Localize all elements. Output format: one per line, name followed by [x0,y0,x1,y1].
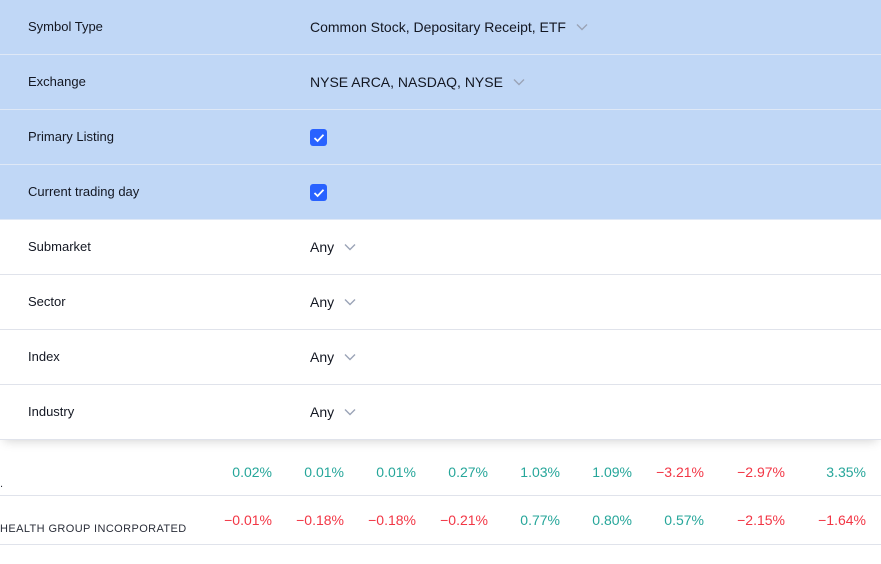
table-cell: 1.03% [520,464,560,480]
filter-row-exchange: Exchange NYSE ARCA, NASDAQ, NYSE [0,55,881,110]
table-cell: 0.01% [376,464,416,480]
filter-label: Submarket [28,239,91,254]
table-cell: −3.21% [656,464,704,480]
filter-row-index: Index Any [0,330,881,385]
chevron-down-icon [344,408,356,416]
submarket-dropdown[interactable]: Any [310,220,356,274]
table-cell: −0.21% [440,512,488,528]
table-row[interactable]: . 0.02% 0.01% 0.01% 0.27% 1.03% 1.09% −3… [0,448,881,496]
filter-value: Any [310,239,335,255]
filter-panel: Symbol Type Common Stock, Depositary Rec… [0,0,881,440]
symbol-name[interactable]: . [0,478,3,490]
symbol-type-dropdown[interactable]: Common Stock, Depositary Receipt, ETF [310,0,588,54]
checkmark-icon [313,188,324,197]
filter-value: Any [310,294,335,310]
filter-row-sector: Sector Any [0,275,881,330]
table-row[interactable]: HEALTH GROUP INCORPORATED −0.01% −0.18% … [0,496,881,545]
table-cell: 0.77% [520,512,560,528]
symbol-name[interactable]: HEALTH GROUP INCORPORATED [0,523,187,535]
table-cell: −1.64% [818,512,866,528]
filter-label: Sector [28,294,66,309]
table-cell: 3.35% [826,464,866,480]
filter-row-submarket: Submarket Any [0,220,881,275]
primary-listing-checkbox-wrap [310,110,327,164]
filter-value: Any [310,349,335,365]
chevron-down-icon [513,78,525,86]
primary-listing-checkbox[interactable] [310,129,327,146]
filter-label: Index [28,349,60,364]
filter-label: Exchange [28,74,86,89]
industry-dropdown[interactable]: Any [310,385,356,439]
filter-label: Industry [28,404,75,419]
table-cell: 0.02% [232,464,272,480]
current-trading-day-checkbox[interactable] [310,184,327,201]
exchange-dropdown[interactable]: NYSE ARCA, NASDAQ, NYSE [310,55,525,109]
current-trading-day-checkbox-wrap [310,165,327,219]
table-cell: −2.97% [737,464,785,480]
filter-value: Common Stock, Depositary Receipt, ETF [310,19,566,35]
table-cell: 0.01% [304,464,344,480]
filter-row-symbol-type: Symbol Type Common Stock, Depositary Rec… [0,0,881,55]
checkmark-icon [313,133,324,142]
screener-table: . 0.02% 0.01% 0.01% 0.27% 1.03% 1.09% −3… [0,448,881,545]
sector-dropdown[interactable]: Any [310,275,356,329]
filter-value: NYSE ARCA, NASDAQ, NYSE [310,74,503,90]
table-cell: −2.15% [737,512,785,528]
table-cell: −0.18% [368,512,416,528]
table-cell: 0.57% [664,512,704,528]
filter-label: Current trading day [28,184,140,199]
chevron-down-icon [576,23,588,31]
chevron-down-icon [344,243,356,251]
filter-row-primary-listing: Primary Listing [0,110,881,165]
filter-label: Symbol Type [28,19,103,34]
filter-row-industry: Industry Any [0,385,881,440]
filter-row-current-trading-day: Current trading day [0,165,881,220]
table-cell: 0.80% [592,512,632,528]
index-dropdown[interactable]: Any [310,330,356,384]
chevron-down-icon [344,353,356,361]
table-cell: 1.09% [592,464,632,480]
table-cell: 0.27% [448,464,488,480]
filter-label: Primary Listing [28,129,114,144]
table-cell: −0.01% [224,512,272,528]
chevron-down-icon [344,298,356,306]
filter-value: Any [310,404,335,420]
table-cell: −0.18% [296,512,344,528]
